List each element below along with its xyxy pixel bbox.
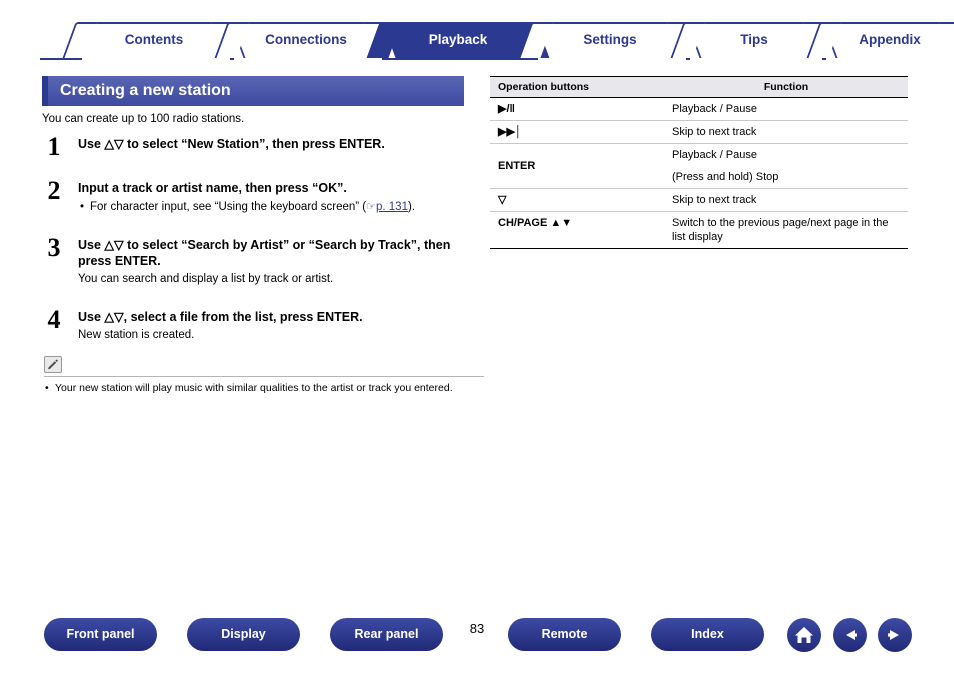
tab-label: Settings bbox=[583, 32, 637, 47]
cell-function: Switch to the previous page/next page in… bbox=[664, 211, 908, 249]
cell-function: (Press and hold) Stop bbox=[664, 166, 908, 189]
table-row: ▶▶│ Skip to next track bbox=[490, 120, 908, 144]
tab-connections[interactable]: Connections bbox=[214, 22, 398, 60]
bullet-text-after: ). bbox=[407, 201, 416, 213]
note-block: Your new station will play music with si… bbox=[44, 356, 484, 395]
tab-label: Appendix bbox=[859, 32, 921, 47]
table-row: CH/PAGE ▲▼ Switch to the previous page/n… bbox=[490, 211, 908, 249]
cell-function: Skip to next track bbox=[664, 188, 908, 212]
step-heading: Use △▽, select a file from the list, pre… bbox=[78, 310, 363, 324]
step-heading: Input a track or artist name, then press… bbox=[78, 181, 347, 195]
step-item: 3 Use △▽ to select “Search by Artist” or… bbox=[40, 233, 480, 287]
footer-button-display[interactable]: Display bbox=[187, 618, 300, 651]
column-header-operation-buttons: Operation buttons bbox=[490, 76, 664, 98]
pointer-icon: ☞ bbox=[366, 201, 376, 213]
tab-settings[interactable]: Settings bbox=[518, 22, 702, 60]
footer-button-rear-panel[interactable]: Rear panel bbox=[330, 618, 443, 651]
cell-function: Playback / Pause bbox=[664, 97, 908, 121]
page-link[interactable]: p. 131 bbox=[376, 201, 408, 213]
table-row: ▽ Skip to next track bbox=[490, 188, 908, 212]
step-subtext: New station is created. bbox=[78, 329, 195, 341]
list-item: For character input, see “Using the keyb… bbox=[78, 200, 480, 215]
home-icon[interactable] bbox=[787, 618, 821, 652]
step-heading: Use △▽ to select “Search by Artist” or “… bbox=[78, 238, 451, 268]
step-bullets: For character input, see “Using the keyb… bbox=[78, 200, 480, 215]
cell-operation-button: ▽ bbox=[490, 188, 664, 212]
step-heading: Use △▽ to select “New Station”, then pre… bbox=[78, 137, 385, 151]
table-header-row: Operation buttons Function bbox=[490, 76, 908, 98]
top-tab-bar: Contents Connections Playback Settings T… bbox=[40, 22, 954, 60]
note-divider bbox=[44, 376, 484, 377]
section-intro-text: You can create up to 100 radio stations. bbox=[42, 113, 245, 125]
tab-tips[interactable]: Tips bbox=[670, 22, 838, 60]
steps-list: 1 Use △▽ to select “New Station”, then p… bbox=[40, 132, 480, 349]
tab-appendix[interactable]: Appendix bbox=[806, 22, 954, 60]
step-number: 3 bbox=[47, 233, 61, 262]
cell-operation-button: ▶/‖ bbox=[490, 97, 664, 121]
step-number: 1 bbox=[47, 132, 61, 161]
footer-button-remote[interactable]: Remote bbox=[508, 618, 621, 651]
cell-function: Playback / Pause bbox=[672, 149, 757, 161]
note-items: Your new station will play music with si… bbox=[44, 382, 484, 395]
forward-arrow-icon[interactable] bbox=[878, 618, 912, 652]
cell-operation-button: ▶▶│ bbox=[490, 120, 664, 144]
back-arrow-icon[interactable] bbox=[833, 618, 867, 652]
step-item: 4 Use △▽, select a file from the list, p… bbox=[40, 305, 480, 343]
list-item: Your new station will play music with si… bbox=[44, 382, 484, 395]
cell-operation-button: ENTER bbox=[490, 143, 664, 189]
tab-contents[interactable]: Contents bbox=[62, 22, 246, 60]
step-subtext: You can search and display a list by tra… bbox=[78, 273, 334, 285]
page-title: Creating a new station bbox=[42, 76, 464, 106]
table-row: ENTER Playback / Pause bbox=[490, 143, 908, 189]
page-number: 83 bbox=[469, 621, 485, 636]
tab-label: Playback bbox=[428, 32, 488, 47]
bullet-text-before: For character input, see “Using the keyb… bbox=[90, 201, 367, 213]
tab-label: Tips bbox=[740, 32, 768, 47]
tab-label: Contents bbox=[124, 32, 184, 47]
operation-buttons-table: Operation buttons Function ▶/‖ Playback … bbox=[490, 76, 908, 249]
step-item: 2 Input a track or artist name, then pre… bbox=[40, 176, 480, 215]
step-item: 1 Use △▽ to select “New Station”, then p… bbox=[40, 132, 480, 166]
step-number: 2 bbox=[47, 176, 61, 205]
table-row: ▶/‖ Playback / Pause bbox=[490, 97, 908, 121]
column-header-function: Function bbox=[664, 76, 908, 98]
cell-operation-button: CH/PAGE ▲▼ bbox=[490, 211, 664, 249]
footer-button-index[interactable]: Index bbox=[651, 618, 764, 651]
pencil-note-icon bbox=[44, 356, 62, 373]
tab-label: Connections bbox=[265, 32, 347, 47]
tab-playback[interactable]: Playback bbox=[366, 22, 550, 60]
footer-button-front-panel[interactable]: Front panel bbox=[44, 618, 157, 651]
cell-function: Skip to next track bbox=[664, 120, 908, 144]
step-number: 4 bbox=[47, 305, 61, 334]
